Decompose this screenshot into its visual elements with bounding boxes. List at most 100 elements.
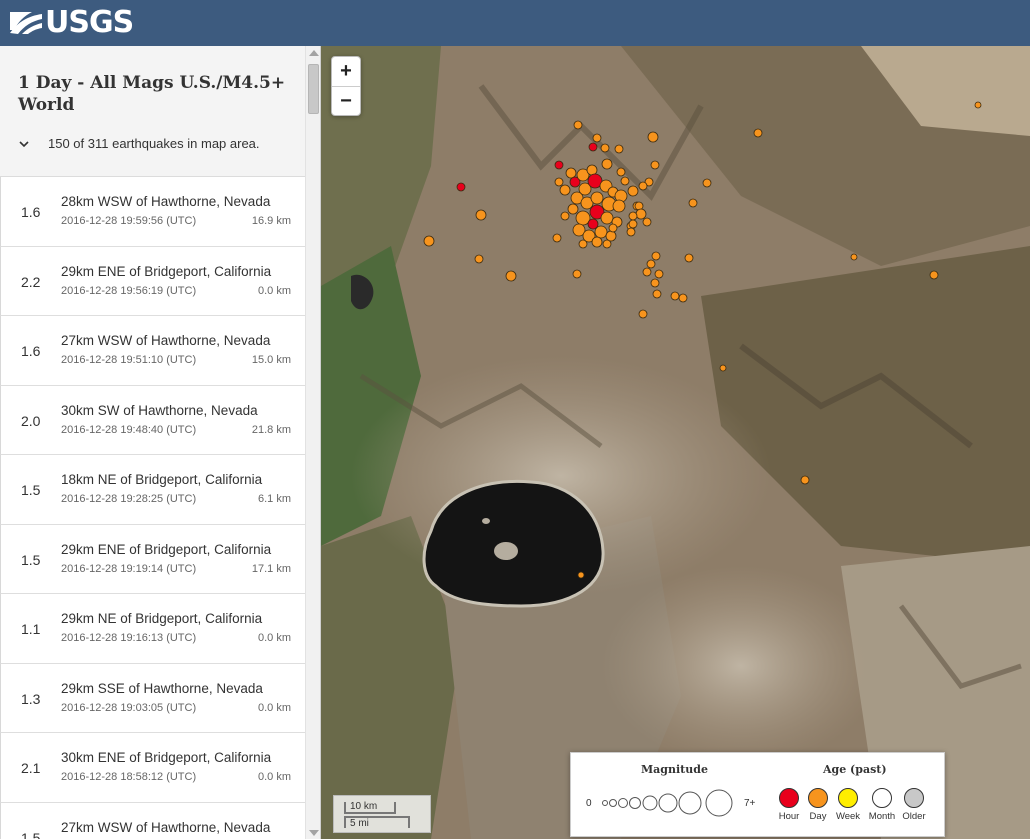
list-item[interactable]: 1.1 29km NE of Bridgeport, California 20…: [0, 594, 305, 664]
list-item[interactable]: 1.5 29km ENE of Bridgeport, California 2…: [0, 524, 305, 594]
earthquake-marker[interactable]: [929, 270, 939, 280]
earthquake-marker[interactable]: [602, 239, 612, 249]
earthquake-marker[interactable]: [594, 225, 608, 239]
earthquake-marker[interactable]: [578, 239, 588, 249]
earthquake-marker[interactable]: [608, 223, 618, 233]
usgs-wave-icon: [10, 12, 42, 34]
earthquake-marker[interactable]: [719, 364, 727, 372]
earthquake-marker[interactable]: [588, 142, 598, 152]
earthquake-marker[interactable]: [423, 235, 435, 247]
earthquake-marker[interactable]: [554, 160, 564, 170]
earthquake-markers[interactable]: [321, 46, 1030, 839]
earthquake-marker[interactable]: [586, 164, 598, 176]
zoom-in-button[interactable]: +: [332, 57, 360, 86]
earthquake-marker[interactable]: [688, 198, 698, 208]
earthquake-marker[interactable]: [567, 203, 579, 215]
age-swatch: [779, 788, 799, 808]
earthquake-marker[interactable]: [702, 178, 712, 188]
earthquake-marker[interactable]: [614, 144, 624, 154]
earthquake-marker[interactable]: [475, 209, 487, 221]
list-item[interactable]: 1.6 27km WSW of Hawthorne, Nevada 2016-1…: [0, 316, 305, 386]
earthquake-marker[interactable]: [654, 269, 664, 279]
earthquake-marker[interactable]: [505, 270, 517, 282]
list-item[interactable]: 1.6 28km WSW of Hawthorne, Nevada 2016-1…: [0, 177, 305, 247]
list-item[interactable]: 1.5 18km NE of Bridgeport, California 20…: [0, 455, 305, 525]
earthquake-marker[interactable]: [628, 211, 638, 221]
earthquake-marker[interactable]: [554, 177, 564, 187]
earthquake-marker[interactable]: [647, 131, 659, 143]
earthquake-marker[interactable]: [616, 167, 626, 177]
list-scrollbar[interactable]: [305, 46, 320, 839]
eq-time: 2016-12-28 19:16:13 (UTC): [61, 632, 197, 644]
earthquake-marker[interactable]: [601, 158, 613, 170]
scroll-thumb[interactable]: [308, 64, 319, 114]
earthquake-list-panel: 1 Day - All Mags U.S./M4.5+ World 150 of…: [0, 46, 321, 839]
earthquake-marker[interactable]: [670, 291, 680, 301]
earthquake-marker[interactable]: [605, 230, 617, 242]
eq-place: 30km SW of Hawthorne, Nevada: [61, 402, 258, 418]
earthquake-marker[interactable]: [650, 160, 660, 170]
earthquake-marker[interactable]: [652, 289, 662, 299]
earthquake-marker[interactable]: [626, 227, 636, 237]
scroll-down-arrow-icon[interactable]: [309, 830, 319, 836]
earthquake-marker[interactable]: [565, 167, 577, 179]
earthquake-marker[interactable]: [638, 309, 648, 319]
earthquake-marker[interactable]: [642, 267, 652, 277]
scroll-up-arrow-icon[interactable]: [309, 50, 319, 56]
eq-magnitude: 1.6: [21, 204, 41, 220]
earthquake-marker[interactable]: [620, 176, 630, 186]
eq-depth: 0.0 km: [257, 701, 291, 714]
list-item[interactable]: 2.2 29km ENE of Bridgeport, California 2…: [0, 246, 305, 316]
age-swatch: [808, 788, 828, 808]
eq-time: 2016-12-28 19:59:56 (UTC): [61, 215, 197, 227]
earthquake-marker[interactable]: [650, 278, 660, 288]
earthquake-marker[interactable]: [753, 128, 763, 138]
earthquake-marker[interactable]: [850, 253, 858, 261]
earthquake-marker[interactable]: [678, 293, 688, 303]
earthquake-marker[interactable]: [627, 185, 639, 197]
earthquake-marker[interactable]: [573, 120, 583, 130]
earthquake-marker[interactable]: [590, 191, 604, 205]
eq-place: 29km ENE of Bridgeport, California: [61, 541, 272, 557]
legend-age-title: Age (past): [823, 763, 887, 776]
zoom-out-button[interactable]: −: [332, 86, 360, 115]
earthquake-marker[interactable]: [552, 233, 562, 243]
logo-text: USGS: [45, 5, 134, 40]
earthquake-marker[interactable]: [612, 199, 626, 213]
eq-depth: 0.0 km: [257, 632, 291, 644]
scale-bar: 10 km 5 mi: [333, 795, 431, 833]
legend-magnitude-title: Magnitude: [641, 763, 708, 776]
earthquake-marker[interactable]: [456, 182, 466, 192]
earthquake-marker[interactable]: [635, 208, 647, 220]
eq-magnitude: 2.0: [21, 412, 41, 429]
map-view[interactable]: + − 10 km 5 mi Magnitude Age (past) 0 7+…: [321, 46, 1030, 839]
earthquake-marker[interactable]: [646, 259, 656, 269]
earthquake-marker[interactable]: [684, 253, 694, 263]
earthquake-marker[interactable]: [638, 181, 648, 191]
list-item[interactable]: 2.1 30km ENE of Bridgeport, California 2…: [0, 733, 305, 803]
eq-depth: 0.0 km: [257, 284, 291, 297]
earthquake-marker[interactable]: [592, 133, 602, 143]
earthquake-marker[interactable]: [591, 236, 603, 248]
earthquake-marker[interactable]: [474, 254, 484, 264]
earthquake-marker[interactable]: [651, 251, 661, 261]
usgs-logo[interactable]: USGS: [10, 5, 134, 40]
earthquake-marker[interactable]: [572, 269, 582, 279]
earthquake-marker[interactable]: [559, 184, 571, 196]
earthquake-marker[interactable]: [600, 143, 610, 153]
list-item[interactable]: 2.0 30km SW of Hawthorne, Nevada 2016-12…: [0, 385, 305, 455]
earthquake-marker[interactable]: [800, 475, 810, 485]
earthquake-marker[interactable]: [642, 217, 652, 227]
scale-km: 10 km: [344, 802, 396, 814]
earthquake-marker[interactable]: [560, 211, 570, 221]
earthquake-marker[interactable]: [577, 571, 585, 579]
scale-mi: 5 mi: [344, 816, 410, 829]
list-item[interactable]: 1.5 27km WSW of Hawthorne, Nevada: [0, 802, 305, 839]
list-item[interactable]: 1.3 29km SSE of Hawthorne, Nevada 2016-1…: [0, 663, 305, 733]
earthquake-marker[interactable]: [974, 101, 982, 109]
magnitude-scale-circles: [602, 789, 733, 817]
legend-mag-max: 7+: [744, 798, 756, 809]
earthquake-marker[interactable]: [628, 219, 638, 229]
earthquake-marker[interactable]: [600, 211, 614, 225]
list-count-toggle[interactable]: 150 of 311 earthquakes in map area.: [18, 136, 260, 151]
